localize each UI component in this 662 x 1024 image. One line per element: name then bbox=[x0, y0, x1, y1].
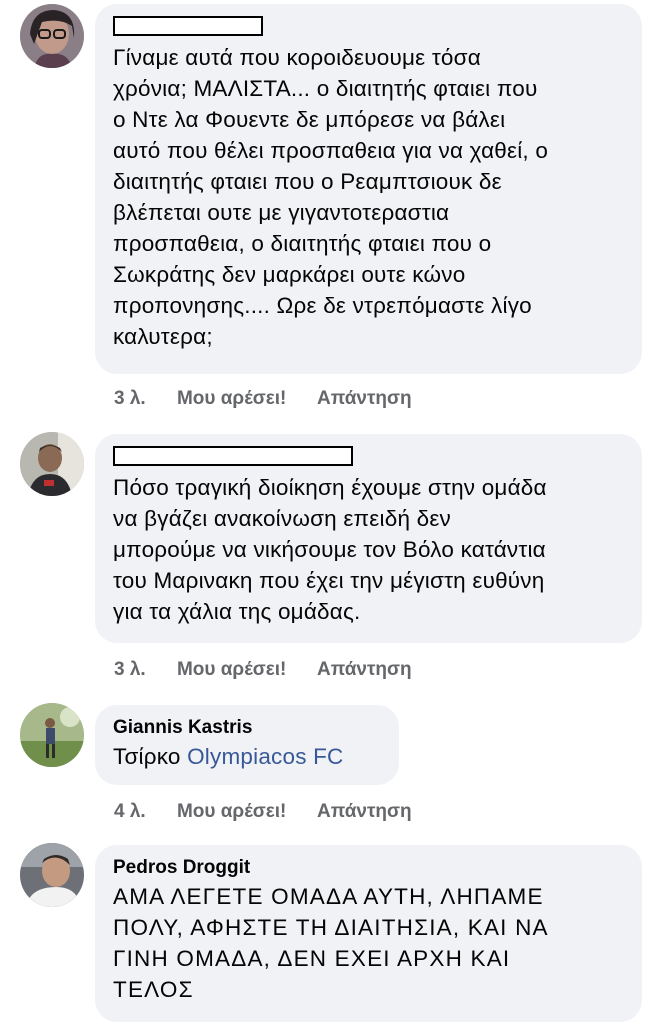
avatar[interactable] bbox=[20, 703, 84, 767]
comment-text-line: προπονησης.... Ωρε δε ντρεπόμαστε λίγο bbox=[113, 293, 532, 318]
timestamp[interactable]: 3 λ. bbox=[114, 659, 146, 680]
comment-text-prefix: Τσίρκο bbox=[113, 744, 181, 769]
comment-bubble: Πόσο τραγική διοίκηση έχουμε στην ομάδα … bbox=[95, 434, 642, 643]
comment-text-line: ΑΜΑ ΛΕΓΕΤΕ ΟΜΑΔΑ ΑΥΤΗ, ΛΗΠΑΜΕ bbox=[113, 884, 544, 909]
avatar[interactable] bbox=[20, 4, 84, 68]
avatar[interactable] bbox=[20, 843, 84, 907]
comment-text-line: Πόσο τραγική διοίκηση έχουμε στην ομάδα bbox=[113, 475, 547, 500]
reply-button[interactable]: Απάντηση bbox=[317, 801, 412, 822]
comment-text-line: Σωκράτης δεν μαρκάρει ουτε κώνο bbox=[113, 262, 466, 287]
comment-text-line: ΤΕΛΟΣ bbox=[113, 977, 194, 1002]
like-button[interactable]: Μου αρέσει! bbox=[177, 388, 286, 409]
comment-actions: 4 λ. Μου αρέσει! Απάντηση bbox=[114, 801, 438, 823]
comment-text-line: μπορούμε να νικήσουμε τον Βόλο κατάντια bbox=[113, 537, 546, 562]
timestamp[interactable]: 3 λ. bbox=[114, 388, 146, 409]
comment-author[interactable]: Giannis Kastris bbox=[113, 715, 381, 741]
timestamp[interactable]: 4 λ. bbox=[114, 801, 146, 822]
comment-text-line: Γίναμε αυτά που κοροιδευουμε τόσα bbox=[113, 45, 481, 70]
like-button[interactable]: Μου αρέσει! bbox=[177, 659, 286, 680]
reply-button[interactable]: Απάντηση bbox=[317, 659, 412, 680]
comment-actions: 3 λ. Μου αρέσει! Απάντηση bbox=[114, 388, 438, 410]
comment-text-line: προσπαθεια, ο διαιτητής φταιει που ο bbox=[113, 231, 492, 256]
redacted-author-name bbox=[113, 446, 353, 466]
comment-text-line: του Μαρινακη που έχει την μέγιστη ευθύνη bbox=[113, 568, 545, 593]
mention-link[interactable]: Olympiacos FC bbox=[187, 744, 343, 769]
comment-text-line: ΠΟΛΥ, ΑΦΗΣΤΕ ΤΗ ΔΙΑΙΤΗΣΙΑ, ΚΑΙ ΝΑ bbox=[113, 915, 549, 940]
avatar[interactable] bbox=[20, 432, 84, 496]
comment-text-line: αυτό που θέλει προσπαθεια για να χαθεί, … bbox=[113, 138, 549, 163]
comment-text-line: ΓΙΝΗ ΟΜΑΔΑ, ΔΕΝ ΕΧΕΙ ΑΡΧΗ ΚΑΙ bbox=[113, 946, 511, 971]
comment-text-line: χρόνια; ΜΑΛΙΣΤΑ... ο διαιτητής φταιει πο… bbox=[113, 76, 538, 101]
comment-text: Τσίρκο Olympiacos FC bbox=[113, 741, 381, 772]
comment-bubble: Γίναμε αυτά που κοροιδευουμε τόσα χρόνια… bbox=[95, 4, 642, 374]
comment-actions: 3 λ. Μου αρέσει! Απάντηση bbox=[114, 659, 438, 681]
comment-bubble: Pedros Droggit ΑΜΑ ΛΕΓΕΤΕ ΟΜΑΔΑ ΑΥΤΗ, ΛΗ… bbox=[95, 845, 642, 1022]
comment-text-line: βλέπεται ουτε με γιγαντοτεραστια bbox=[113, 200, 450, 225]
comment-text-line: για τα χάλια της ομάδας. bbox=[113, 599, 361, 624]
comment-text-line: να βγάζει ανακοίνωση επειδή δεν bbox=[113, 506, 452, 531]
comment-text-line: ο Ντε λα Φουεντε δε μπόρεσε να βάλει bbox=[113, 107, 506, 132]
comment-text-line: διαιτητής φταιει που ο Ρεαμπτσιουκ δε bbox=[113, 169, 502, 194]
reply-button[interactable]: Απάντηση bbox=[317, 388, 412, 409]
comment-text-line: καλυτερα; bbox=[113, 324, 213, 349]
comment-bubble: Giannis Kastris Τσίρκο Olympiacos FC bbox=[95, 705, 399, 785]
comment-author[interactable]: Pedros Droggit bbox=[113, 855, 624, 881]
redacted-author-name bbox=[113, 16, 263, 36]
like-button[interactable]: Μου αρέσει! bbox=[177, 801, 286, 822]
